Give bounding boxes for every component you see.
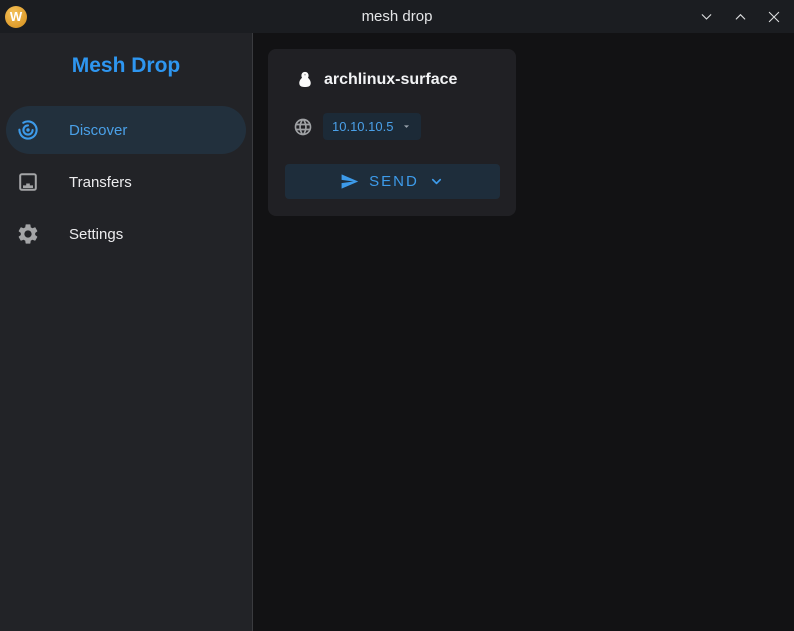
chevron-down-icon xyxy=(698,8,715,25)
ip-address-dropdown[interactable]: 10.10.10.5 xyxy=(323,113,421,140)
sidebar-item-settings[interactable]: Settings xyxy=(6,210,246,258)
dock-icon xyxy=(16,170,40,194)
globe-icon xyxy=(293,117,313,137)
minimize-button[interactable] xyxy=(696,7,716,27)
app-body: Mesh Drop Discover Transfers xyxy=(0,33,794,631)
titlebar: W mesh drop xyxy=(0,0,794,33)
chevron-down-icon xyxy=(429,174,444,189)
caret-down-icon xyxy=(401,121,412,132)
close-icon xyxy=(766,9,782,25)
device-name: archlinux-surface xyxy=(324,71,457,89)
linux-penguin-icon xyxy=(295,70,315,90)
send-button-label: SEND xyxy=(369,173,419,190)
send-button[interactable]: SEND xyxy=(285,164,500,199)
sidebar-item-transfers[interactable]: Transfers xyxy=(6,158,246,206)
sidebar-item-label: Settings xyxy=(69,226,123,243)
send-icon xyxy=(340,172,359,191)
sidebar-nav: Discover Transfers Settings xyxy=(0,106,252,258)
device-card: archlinux-surface 10.10.10.5 SEND xyxy=(268,49,516,216)
sidebar-item-discover[interactable]: Discover xyxy=(6,106,246,154)
gear-icon xyxy=(16,222,40,246)
window-controls xyxy=(696,7,784,27)
app-logo-icon: W xyxy=(5,6,27,28)
device-header: archlinux-surface xyxy=(295,70,516,90)
sidebar: Mesh Drop Discover Transfers xyxy=(0,33,253,631)
app-title: Mesh Drop xyxy=(0,53,252,79)
discover-panel: archlinux-surface 10.10.10.5 SEND xyxy=(253,33,794,631)
sidebar-item-label: Discover xyxy=(69,122,127,139)
window-title: mesh drop xyxy=(0,8,794,25)
ip-address-value: 10.10.10.5 xyxy=(332,119,393,134)
maximize-button[interactable] xyxy=(730,7,750,27)
ip-row: 10.10.10.5 xyxy=(293,113,516,140)
chevron-up-icon xyxy=(732,8,749,25)
sidebar-item-label: Transfers xyxy=(69,174,132,191)
close-button[interactable] xyxy=(764,7,784,27)
radar-icon xyxy=(16,118,40,142)
